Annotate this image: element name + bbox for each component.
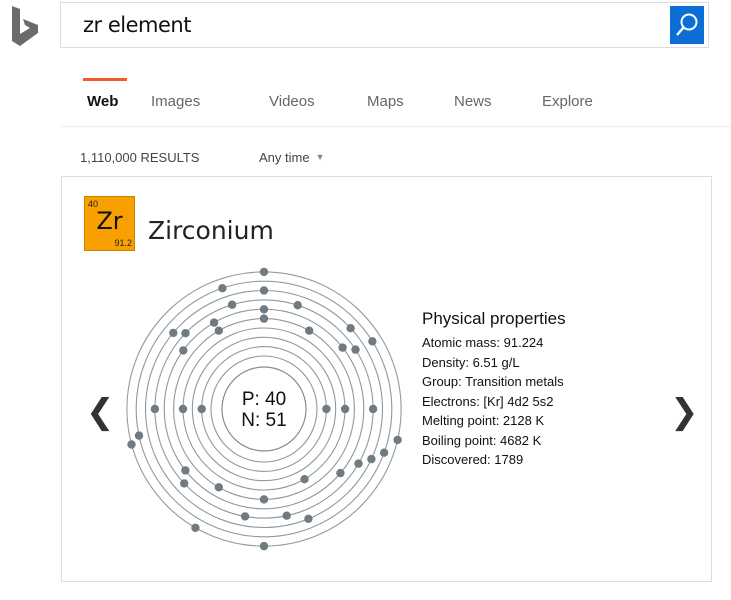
electron — [336, 468, 345, 478]
time-filter-label: Any time — [259, 150, 310, 165]
tab-web[interactable]: Web — [82, 78, 128, 125]
property-row: Boiling point: 4682 K — [422, 432, 542, 448]
electron — [178, 404, 188, 414]
search-tabs: Web Images Videos Maps News Explore — [60, 78, 731, 127]
property-row: Electrons: [Kr] 4d2 5s2 — [422, 393, 554, 409]
electron — [368, 404, 378, 414]
electron — [322, 404, 331, 414]
electron — [259, 495, 269, 504]
neutrons-label: N: 51 — [241, 410, 286, 431]
electron — [346, 324, 355, 333]
tab-explore[interactable]: Explore — [542, 78, 593, 125]
electron — [259, 314, 269, 323]
tab-videos[interactable]: Videos — [269, 78, 315, 125]
element-card: 40 Zr 91.2 Zirconium P: 40 N: 51 Physica… — [61, 176, 712, 582]
electron — [197, 404, 206, 414]
properties-title: Physical properties — [422, 309, 566, 328]
electron — [259, 305, 269, 314]
electron — [191, 523, 200, 532]
next-arrow-icon[interactable]: ❯ — [670, 395, 699, 429]
electron — [169, 328, 178, 338]
electron — [259, 541, 269, 551]
chevron-down-icon: ▼ — [315, 152, 325, 162]
protons-label: P: 40 — [242, 389, 286, 410]
electron — [293, 301, 302, 310]
tab-news[interactable]: News — [454, 78, 492, 125]
electron — [340, 404, 350, 414]
electron — [259, 267, 269, 277]
electron — [259, 286, 269, 295]
electron — [134, 431, 144, 440]
search-input[interactable] — [83, 3, 643, 47]
property-row: Density: 6.51 g/L — [422, 354, 520, 370]
electron — [300, 475, 309, 484]
electron — [379, 448, 389, 457]
electron — [127, 440, 136, 449]
electron — [354, 459, 363, 468]
property-row: Atomic mass: 91.224 — [422, 335, 544, 350]
physical-properties: Physical properties Atomic mass: 91.224 … — [422, 309, 566, 470]
tab-images[interactable]: Images — [151, 78, 200, 125]
electron — [393, 435, 402, 445]
previous-arrow-icon[interactable]: ❮ — [86, 395, 115, 429]
electron — [218, 284, 227, 293]
electron — [305, 326, 314, 335]
electron — [282, 511, 291, 520]
search-icon — [676, 13, 698, 36]
electron — [214, 326, 223, 335]
electron — [367, 454, 376, 464]
time-filter-dropdown[interactable]: Any time ▼ — [259, 150, 325, 165]
bing-logo-icon[interactable] — [12, 6, 38, 46]
atom-diagram: P: 40 N: 51 — [126, 267, 402, 551]
electron — [179, 346, 188, 355]
electron — [181, 466, 190, 475]
tab-maps[interactable]: Maps — [367, 78, 404, 125]
property-row: Melting point: 2128 K — [422, 413, 545, 428]
electron — [240, 512, 250, 521]
electron — [351, 345, 360, 354]
electron — [227, 300, 237, 309]
search-box — [60, 2, 709, 48]
electron — [368, 337, 377, 346]
electron — [150, 404, 160, 414]
search-button[interactable] — [670, 6, 704, 44]
electron — [180, 479, 189, 488]
electron — [338, 343, 347, 352]
electron — [214, 483, 223, 492]
results-count: 1,110,000 RESULTS — [80, 150, 200, 165]
property-row: Discovered: 1789 — [422, 452, 524, 467]
electron — [209, 318, 219, 327]
electron — [181, 329, 190, 338]
electron — [304, 514, 313, 523]
property-row: Group: Transition metals — [422, 374, 564, 389]
